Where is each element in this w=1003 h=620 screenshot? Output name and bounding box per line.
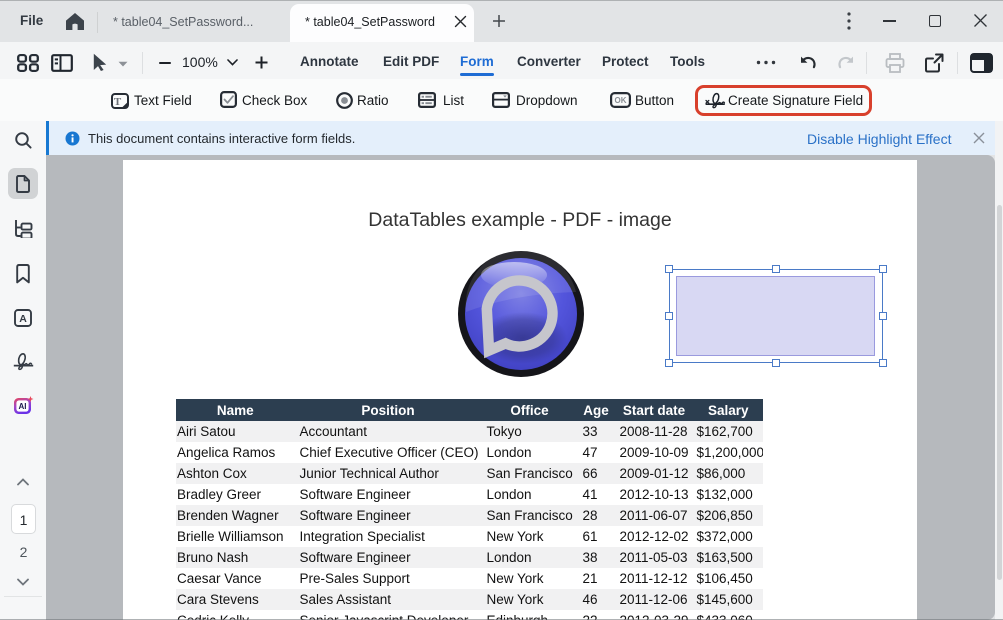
svg-text:T: T: [114, 96, 122, 108]
svg-text:OK: OK: [615, 96, 627, 105]
svg-text:A: A: [19, 313, 27, 325]
svg-text:AI: AI: [19, 402, 27, 411]
